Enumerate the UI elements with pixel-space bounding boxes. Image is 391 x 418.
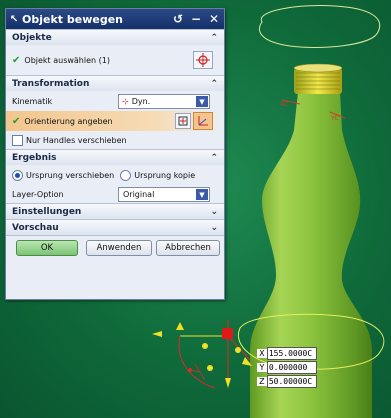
orientation-row[interactable]: ✔ Orientierung angeben [6,111,224,131]
result-radio-row: Ursprung verschieben Ursprung kopie [6,165,224,185]
chevron-up-icon[interactable]: ⌃ [210,79,218,89]
cursor-icon: ↖ [9,13,19,25]
cancel-button[interactable]: Abbrechen [156,240,220,256]
minimize-icon[interactable]: − [188,11,204,27]
svg-text:YC: YC [330,115,339,122]
kinematik-select[interactable]: ⊹ Dyn. ▼ [118,94,210,109]
check-icon: ✔ [12,54,21,66]
section-ergebnis-title: Ergebnis [12,152,57,163]
chevron-down-icon[interactable]: ⌄ [210,223,218,233]
chevron-down-icon[interactable]: ▼ [196,96,208,107]
svg-text:XC: XC [280,101,288,108]
handles-only-label: Nur Handles verschieben [26,135,127,145]
move-handle-manipulator [152,320,252,389]
layer-option-value: Original [123,190,155,199]
section-transformation-title: Transformation [12,78,90,89]
select-object-label: Objekt auswählen (1) [24,55,110,65]
ok-button[interactable]: OK [16,240,78,256]
coordinate-entry: X 155.0000C Y 0.000000 Z 50.00000C [257,346,317,388]
csys-dialog-icon[interactable] [193,112,213,130]
coord-z-row: Z 50.00000C [257,374,317,388]
kinematik-value: Dyn. [131,97,151,106]
chevron-down-icon[interactable]: ⌄ [210,207,218,217]
coord-y-row: Y 0.000000 [257,360,317,374]
check-icon: ✔ [12,115,21,127]
apply-button[interactable]: Anwenden [86,240,152,256]
close-icon[interactable]: ✕ [206,11,222,27]
section-vorschau[interactable]: Vorschau ⌄ [6,219,224,235]
chevron-down-icon[interactable]: ▼ [196,189,208,200]
kinematik-label: Kinematik [12,96,53,106]
chevron-up-icon[interactable]: ⌃ [210,153,218,163]
dialog-titlebar[interactable]: ↖ Objekt bewegen ↺ − ✕ [6,9,224,29]
button-bar: OK Anwenden Abbrechen [6,235,224,258]
coord-x-input[interactable]: 155.0000C [266,346,317,360]
layer-option-select[interactable]: Original ▼ [118,187,210,202]
layer-option-row: Layer-Option Original ▼ [6,185,224,203]
chevron-up-icon[interactable]: ⌃ [210,33,218,43]
coord-x-row: X 155.0000C [257,346,317,360]
select-object-row[interactable]: ✔ Objekt auswählen (1) [6,45,224,75]
section-objekte-title: Objekte [12,32,52,43]
dynamic-csys-icon: ⊹ [122,97,129,106]
coord-x-label: X [257,348,267,358]
section-objekte[interactable]: Objekte ⌃ [6,29,224,45]
section-einstellungen-title: Einstellungen [12,206,82,217]
radio-move-origin[interactable] [12,169,23,181]
section-vorschau-title: Vorschau [12,222,59,233]
move-object-dialog: ↖ Objekt bewegen ↺ − ✕ Objekte ⌃ ✔ Objek… [5,8,225,300]
radio-copy-label[interactable]: Ursprung kopie [134,171,195,180]
kinematik-row: Kinematik ⊹ Dyn. ▼ [6,91,224,111]
radio-move-label[interactable]: Ursprung verschieben [26,171,114,180]
dialog-title: Objekt bewegen [22,12,123,26]
coord-y-label: Y [257,362,267,372]
handles-only-row[interactable]: Nur Handles verschieben [6,131,224,149]
handles-only-checkbox[interactable] [12,134,23,146]
crosshair-icon[interactable] [193,51,213,69]
coord-y-input[interactable]: 0.000000 [266,360,317,374]
wireframe-outline-top [258,5,381,48]
orientation-label: Orientierung angeben [24,116,113,126]
coord-z-input[interactable]: 50.00000C [266,374,317,388]
section-ergebnis[interactable]: Ergebnis ⌃ [6,149,224,165]
section-einstellungen[interactable]: Einstellungen ⌄ [6,203,224,219]
reset-icon[interactable]: ↺ [170,11,186,27]
section-transformation[interactable]: Transformation ⌃ [6,75,224,91]
coord-z-label: Z [257,376,267,386]
radio-copy-origin[interactable] [120,169,132,181]
layer-option-label: Layer-Option [12,189,64,199]
point-constructor-icon[interactable] [175,113,191,129]
